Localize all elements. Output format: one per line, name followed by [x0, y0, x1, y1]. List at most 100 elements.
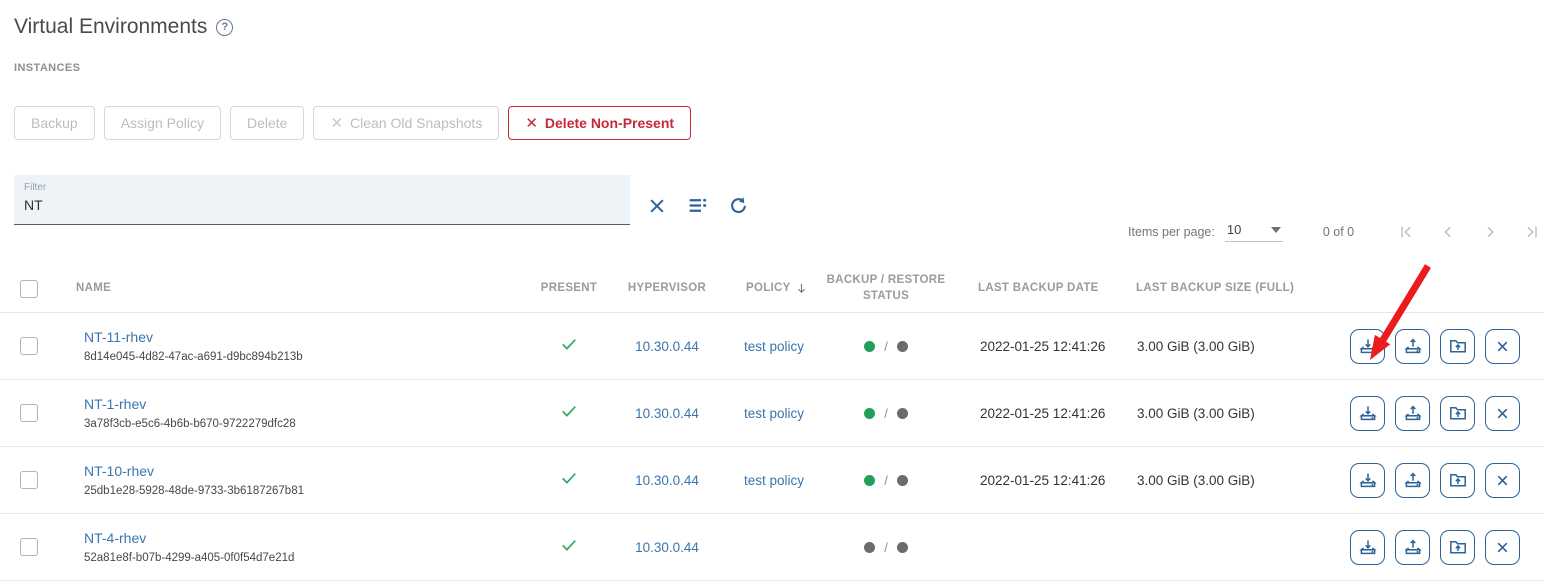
row-actions: [1346, 396, 1544, 431]
next-page-icon[interactable]: [1482, 224, 1498, 240]
last-backup-date: 2022-01-25 12:41:26: [950, 406, 1130, 421]
delete-icon: [1493, 404, 1512, 423]
row-checkbox[interactable]: [20, 404, 38, 422]
hypervisor-link[interactable]: 10.30.0.44: [635, 339, 699, 354]
delete-non-present-button[interactable]: ✕ Delete Non-Present: [508, 106, 691, 140]
column-header-name[interactable]: NAME: [62, 281, 526, 297]
vm-name-link[interactable]: NT-10-rhev: [84, 463, 154, 479]
last-page-icon[interactable]: [1524, 224, 1540, 240]
vm-name-link[interactable]: NT-11-rhev: [84, 329, 153, 345]
backup-status-dot: [864, 542, 875, 553]
file-restore-button[interactable]: [1440, 329, 1475, 364]
restore-button[interactable]: [1395, 463, 1430, 498]
last-backup-size: 3.00 GiB (3.00 GiB): [1130, 406, 1346, 421]
restore-button[interactable]: [1395, 530, 1430, 565]
filter-input[interactable]: Filter NT: [14, 175, 630, 225]
column-header-present[interactable]: PRESENT: [541, 281, 597, 297]
file-restore-icon: [1448, 470, 1468, 490]
file-restore-button[interactable]: [1440, 396, 1475, 431]
vm-uuid: 52a81e8f-b07b-4299-a405-0f0f54d7e21d: [84, 552, 526, 564]
columns-icon[interactable]: [687, 195, 708, 216]
first-page-icon[interactable]: [1398, 224, 1414, 240]
select-all-cell: [0, 280, 62, 298]
items-per-page-select[interactable]: 10: [1225, 222, 1283, 242]
vm-name-link[interactable]: NT-1-rhev: [84, 396, 146, 412]
assign-policy-button[interactable]: Assign Policy: [104, 106, 221, 140]
restore-status-dot: [897, 341, 908, 352]
policy-link[interactable]: test policy: [722, 406, 822, 421]
restore-status-dot: [897, 408, 908, 419]
file-restore-button[interactable]: [1440, 530, 1475, 565]
page-title: Virtual Environments: [14, 15, 207, 39]
row-actions: [1346, 530, 1544, 565]
row-checkbox[interactable]: [20, 471, 38, 489]
page-range-label: 0 of 0: [1323, 225, 1354, 239]
delete-button[interactable]: Delete: [230, 106, 304, 140]
refresh-icon[interactable]: [728, 195, 749, 216]
paginator: Items per page: 10 0 of 0: [1128, 222, 1540, 242]
restore-icon: [1403, 403, 1423, 423]
delete-non-present-label: Delete Non-Present: [545, 115, 674, 131]
clean-old-snapshots-label: Clean Old Snapshots: [350, 115, 482, 131]
policy-link[interactable]: test policy: [722, 339, 822, 354]
section-label: INSTANCES: [14, 62, 1544, 74]
column-header-hypervisor[interactable]: HYPERVISOR: [628, 281, 706, 297]
column-header-last-backup-date[interactable]: LAST BACKUP DATE: [950, 281, 1130, 297]
delete-icon: [1493, 538, 1512, 557]
delete-icon: [1493, 337, 1512, 356]
delete-instance-button[interactable]: [1485, 396, 1520, 431]
vm-name-link[interactable]: NT-4-rhev: [84, 530, 146, 546]
table-row: NT-11-rhev 8d14e045-4d82-47ac-a691-d9bc8…: [0, 313, 1544, 380]
previous-page-icon[interactable]: [1440, 224, 1456, 240]
delete-instance-button[interactable]: [1485, 329, 1520, 364]
chevron-down-icon: [1271, 227, 1281, 233]
row-checkbox[interactable]: [20, 538, 38, 556]
x-icon: ✕: [330, 114, 343, 132]
delete-instance-button[interactable]: [1485, 530, 1520, 565]
present-check-icon: [559, 468, 579, 493]
last-backup-date: 2022-01-25 12:41:26: [950, 473, 1130, 488]
hypervisor-link[interactable]: 10.30.0.44: [635, 406, 699, 421]
last-backup-size: 3.00 GiB (3.00 GiB): [1130, 339, 1346, 354]
backup-icon: [1358, 470, 1378, 490]
backup-button[interactable]: [1350, 329, 1385, 364]
backup-button[interactable]: [1350, 396, 1385, 431]
hypervisor-link[interactable]: 10.30.0.44: [635, 540, 699, 555]
filter-input-label: Filter: [24, 182, 630, 193]
table-row: NT-10-rhev 25db1e28-5928-48de-9733-3b618…: [0, 447, 1544, 514]
column-header-last-backup-size[interactable]: LAST BACKUP SIZE (FULL): [1130, 281, 1346, 297]
restore-status-dot: [897, 542, 908, 553]
backup-button[interactable]: [1350, 530, 1385, 565]
sort-descending-icon: [795, 282, 808, 295]
restore-icon: [1403, 336, 1423, 356]
row-checkbox[interactable]: [20, 337, 38, 355]
row-actions: [1346, 463, 1544, 498]
backup-icon: [1358, 537, 1378, 557]
select-all-checkbox[interactable]: [20, 280, 38, 298]
restore-icon: [1403, 470, 1423, 490]
file-restore-button[interactable]: [1440, 463, 1475, 498]
filter-row: Filter NT: [14, 175, 1544, 225]
backup-button[interactable]: Backup: [14, 106, 95, 140]
column-header-status[interactable]: BACKUP / RESTORE STATUS: [822, 273, 950, 304]
clean-old-snapshots-button[interactable]: ✕ Clean Old Snapshots: [313, 106, 499, 140]
policy-link[interactable]: test policy: [722, 473, 822, 488]
clear-filter-icon[interactable]: [646, 195, 667, 216]
backup-icon: [1358, 403, 1378, 423]
vm-uuid: 8d14e045-4d82-47ac-a691-d9bc894b213b: [84, 351, 526, 363]
items-per-page-value: 10: [1227, 222, 1241, 237]
restore-button[interactable]: [1395, 396, 1430, 431]
backup-button[interactable]: [1350, 463, 1385, 498]
delete-instance-button[interactable]: [1485, 463, 1520, 498]
column-header-policy[interactable]: POLICY: [722, 281, 822, 297]
delete-icon: [1493, 471, 1512, 490]
restore-button[interactable]: [1395, 329, 1430, 364]
backup-restore-status: /: [822, 473, 950, 488]
last-backup-date: 2022-01-25 12:41:26: [950, 339, 1130, 354]
backup-restore-status: /: [822, 339, 950, 354]
items-per-page-label: Items per page:: [1128, 225, 1215, 239]
hypervisor-link[interactable]: 10.30.0.44: [635, 473, 699, 488]
filter-input-value: NT: [24, 197, 630, 213]
help-icon[interactable]: ?: [216, 19, 233, 36]
restore-icon: [1403, 537, 1423, 557]
